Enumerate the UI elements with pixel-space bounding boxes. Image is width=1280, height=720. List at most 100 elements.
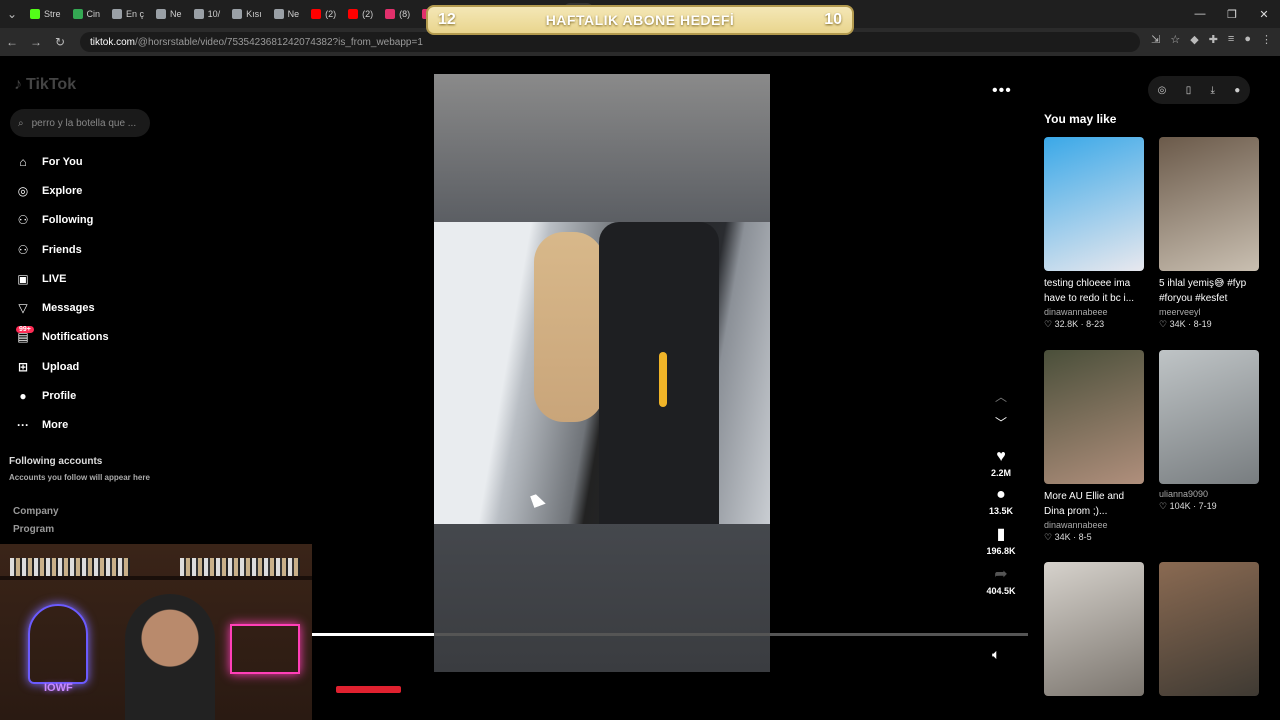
tiktok-logo[interactable]: ♪ TikTok [14, 76, 76, 94]
browser-tab[interactable]: Stre [24, 3, 67, 25]
user-avatar-icon[interactable]: ● [1234, 85, 1240, 96]
browser-tab[interactable]: En ç [106, 3, 150, 25]
volume-icon[interactable]: 🔈︎ [992, 646, 1000, 663]
extension-icons: ⇲ ☆ ◆ ✚ ≡ ● ⋮ [1151, 33, 1272, 46]
video-caption[interactable]: More AU Ellie and Dina prom ;)... [1044, 489, 1144, 519]
browser-tab[interactable]: Ne [268, 3, 306, 25]
video-stats: ♡ 104K · 7-19 [1159, 501, 1217, 511]
video-author[interactable]: ulianna9090 [1159, 489, 1259, 499]
sidebar-item-label: Notifications [42, 331, 109, 344]
tab-favicon-icon [273, 9, 284, 19]
video-author[interactable]: dinawannabeee [1044, 307, 1144, 317]
install-icon[interactable]: ⇲ [1151, 33, 1160, 46]
search-icon: ⌕ [18, 117, 24, 129]
sidebar-item-label: LIVE [42, 272, 67, 285]
tab-favicon-icon [385, 9, 396, 19]
menu-kebab-icon[interactable]: ⋮ [1261, 33, 1272, 46]
video-thumbnail[interactable] [1159, 137, 1259, 271]
video-thumbnail[interactable] [1159, 562, 1259, 696]
close-icon[interactable]: ✕ [1248, 8, 1280, 21]
video-tools-pill: ◎ ▯ ⤓ ● [1148, 76, 1250, 104]
messages-icon: ▽ [18, 301, 28, 316]
tab-label: (8) [399, 9, 411, 19]
sidebar-item-explore[interactable]: ◎ Explore [16, 176, 109, 205]
sidebar-item-more[interactable]: ··· More [16, 411, 109, 440]
recommended-video-card[interactable] [1159, 562, 1259, 696]
video-author[interactable]: meerveeyl [1159, 307, 1259, 317]
video-player[interactable] [434, 74, 770, 672]
video-thumbnail[interactable] [1044, 562, 1144, 696]
video-thumbnail[interactable] [1044, 350, 1144, 484]
tab-search-icon[interactable]: ⌄ [0, 7, 24, 21]
recommended-video-card[interactable] [1044, 562, 1144, 696]
following-accounts-title: Following accounts [9, 456, 103, 467]
logo-text: TikTok [26, 76, 77, 93]
like-heart-icon[interactable]: ♥ [996, 448, 1006, 466]
comment-icon[interactable]: ● [996, 486, 1006, 504]
recommended-video-card[interactable]: 5 ihlal yemiş😅 #fyp #foryou #kesfet meerv… [1159, 137, 1259, 330]
sidebar-item-messages[interactable]: ▽ Messages [16, 293, 109, 322]
media-icon[interactable]: ≡ [1228, 33, 1234, 46]
like-count: 2.2M [990, 468, 1011, 478]
extension-icon[interactable]: ◆ [1190, 33, 1198, 46]
footer-company-link[interactable]: Company [13, 506, 59, 517]
video-progress-bar[interactable] [312, 633, 1028, 636]
sidebar-item-for-you[interactable]: ⌂ For You [16, 147, 109, 176]
recommended-video-card[interactable]: ulianna9090 ♡ 104K · 7-19 [1159, 350, 1259, 512]
goal-title: HAFTALIK ABONE HEDEFİ [545, 12, 735, 28]
minimize-icon[interactable]: — [1184, 8, 1216, 20]
video-caption[interactable]: testing chloeee ima have to redo it bc i… [1044, 276, 1144, 306]
reload-icon[interactable]: ↻ [48, 35, 72, 49]
red-indicator [336, 686, 401, 693]
sidebar-item-upload[interactable]: ⊞ Upload [16, 352, 109, 381]
tab-label: Stre [44, 9, 61, 19]
search-input[interactable]: ⌕ perro y la botella que ... [10, 109, 150, 137]
profile-icon[interactable]: ● [1244, 33, 1251, 46]
tab-favicon-icon [348, 9, 359, 19]
sidebar-item-profile[interactable]: ● Profile [16, 381, 109, 410]
pink-neon-frame [230, 624, 300, 674]
browser-tab[interactable]: (8) [379, 3, 416, 25]
browser-tab[interactable]: Kısı [226, 3, 268, 25]
video-frame [434, 222, 770, 524]
compass-tool-icon[interactable]: ◎ [1158, 85, 1167, 96]
restore-icon[interactable]: ❐ [1216, 8, 1248, 21]
video-thumbnail[interactable] [1044, 137, 1144, 271]
puzzle-icon[interactable]: ✚ [1209, 33, 1218, 46]
browser-tab[interactable]: Cin [67, 3, 107, 25]
download-icon[interactable]: ⤓ [1211, 85, 1215, 96]
previous-video-icon[interactable]: ︿ [995, 388, 1007, 414]
device-icon[interactable]: ▯ [1186, 85, 1192, 96]
browser-tab[interactable]: 10/ [188, 3, 227, 25]
recommended-video-card[interactable]: More AU Ellie and Dina prom ;)... dinawan… [1044, 350, 1144, 543]
tab-favicon-icon [72, 9, 83, 19]
video-stats: ♡ 32.8K · 8-23 [1044, 319, 1105, 329]
action-column: ︿ ﹀ ♥ 2.2M ● 13.5K ▮ 196.8K ➦ 404.5K [980, 388, 1022, 596]
bookmark-star-icon[interactable]: ☆ [1170, 33, 1180, 46]
sidebar-item-live[interactable]: ▣ LIVE [16, 264, 109, 293]
following-icon: ⚇ [17, 213, 29, 228]
video-author[interactable]: dinawannabeee [1044, 520, 1144, 530]
recommended-video-card[interactable]: testing chloeee ima have to redo it bc i… [1044, 137, 1144, 330]
browser-tab[interactable]: (2) [342, 3, 379, 25]
forward-icon[interactable]: → [24, 35, 48, 49]
sidebar-item-friends[interactable]: ⚇ Friends [16, 235, 109, 264]
back-icon[interactable]: ← [0, 35, 24, 49]
bookmark-icon[interactable]: ▮ [997, 524, 1006, 544]
video-thumbnail[interactable] [1159, 350, 1259, 484]
video-caption[interactable]: 5 ihlal yemiş😅 #fyp #foryou #kesfet [1159, 276, 1259, 306]
tab-favicon-icon [156, 9, 167, 19]
sidebar-menu: ⌂ For You ◎ Explore ⚇ Following ⚇ Friends ▣ LIVE ▽… [16, 147, 109, 440]
tab-favicon-icon [232, 9, 243, 19]
browser-tab[interactable]: (2) [305, 3, 342, 25]
share-arrow-icon[interactable]: ➦ [994, 564, 1007, 584]
next-video-icon[interactable]: ﹀ [995, 414, 1007, 440]
more-options-icon[interactable]: ••• [992, 82, 1012, 100]
browser-tab[interactable]: Ne [150, 3, 188, 25]
subscriber-goal-banner: 12 HAFTALIK ABONE HEDEFİ 10 [426, 5, 854, 35]
sidebar-item-notifications[interactable]: ▤ Notifications 99+ [16, 323, 109, 352]
footer-program-link[interactable]: Program [13, 524, 54, 535]
url-field[interactable]: tiktok.com/@horsrstable/video/7535423681… [80, 32, 1140, 52]
more-icon: ··· [17, 418, 29, 433]
sidebar-item-following[interactable]: ⚇ Following [16, 206, 109, 235]
